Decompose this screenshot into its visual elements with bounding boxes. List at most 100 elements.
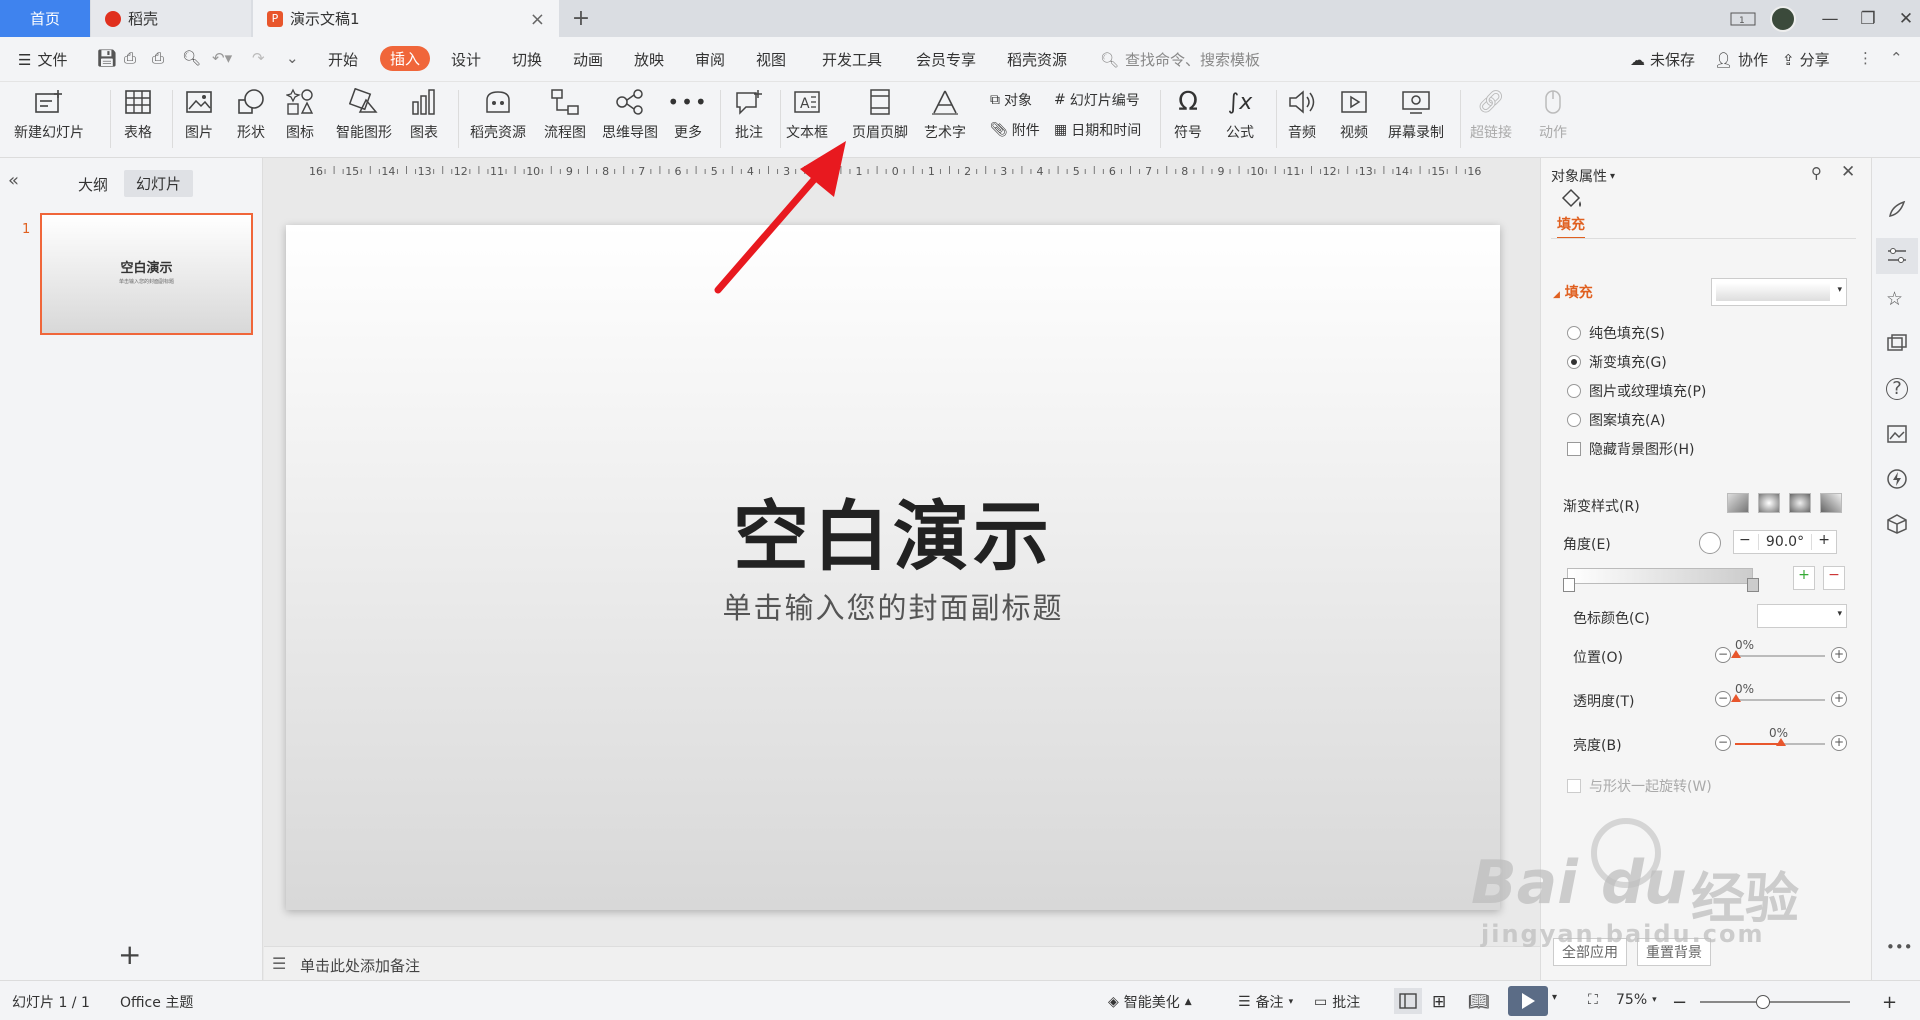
slide-number-button[interactable]: # 幻灯片编号 [1054,90,1140,110]
image-tool-icon[interactable] [1886,423,1908,445]
object-button[interactable]: ⧉ 对象 [990,90,1032,110]
gradient-style-rect[interactable] [1789,493,1811,513]
angle-dial[interactable] [1699,532,1721,554]
transparency-increase[interactable]: + [1831,691,1847,707]
print-icon[interactable]: ⎙ [152,49,164,67]
daoke-resources-button[interactable]: 稻壳资源 [470,86,526,142]
flowchart-button[interactable]: 流程图 [544,86,586,142]
notes-bar[interactable]: ☰ 单击此处添加备注 [264,946,1540,980]
symbol-button[interactable]: Ω 符号 [1172,86,1204,142]
radio-picture[interactable] [1567,384,1581,398]
cube-icon[interactable] [1886,513,1908,535]
new-slide-button[interactable]: 新建幻灯片 [14,86,84,142]
angle-value[interactable]: 90.0° [1758,534,1812,550]
brightness-decrease[interactable]: − [1715,735,1731,751]
mindmap-button[interactable]: 思维导图 [602,86,658,142]
star-icon[interactable]: ☆ [1886,288,1908,310]
pin-icon[interactable]: ⚲ [1811,164,1822,182]
attachment-button[interactable]: 📎︎ 附件 [990,120,1040,140]
add-slide-button[interactable]: + [118,938,141,971]
unsaved-button[interactable]: ☁ 未保存 [1630,49,1695,70]
option-gradient-fill[interactable]: 渐变填充(G) [1567,352,1667,372]
share-button[interactable]: ⇪ 分享 [1782,49,1830,70]
shape-button[interactable]: 形状 [235,86,267,142]
more-button[interactable]: ••• 更多 [667,86,706,142]
slide-title[interactable]: 空白演示 [286,475,1500,585]
formula-button[interactable]: ∫x 公式 [1224,86,1256,142]
quick-access-dropdown-icon[interactable]: ⌄ [286,49,299,67]
option-rotate-with-shape[interactable]: 与形状一起旋转(W) [1567,776,1712,796]
table-button[interactable]: 表格 [122,86,154,142]
position-increase[interactable]: + [1831,647,1847,663]
zoom-slider-thumb[interactable] [1756,995,1770,1009]
add-stop-icon[interactable]: + [1793,566,1815,590]
angle-decrease[interactable]: − [1739,532,1751,548]
command-search[interactable]: 🔍︎ 查找命令、搜索模板 [1100,49,1260,70]
wordart-button[interactable]: 艺术字 [924,86,966,142]
checkbox-hide-bg[interactable] [1567,442,1581,456]
zoom-slider[interactable] [1700,995,1850,1009]
menu-daoke-resources[interactable]: 稻壳资源 [1007,49,1067,70]
icon-button[interactable]: 图标 [284,86,316,142]
radio-pattern[interactable] [1567,413,1581,427]
gradient-style-linear[interactable] [1727,493,1749,513]
gradient-style-radial[interactable] [1758,493,1780,513]
fill-preview-dropdown[interactable]: ▾ [1711,278,1847,306]
collapse-ribbon-icon[interactable]: ⌃ [1890,49,1903,67]
tab-document[interactable]: P 演示文稿1 × [253,0,559,37]
slide-thumbnail[interactable]: 空白演示 单击输入您的封面副标题 [40,213,253,335]
option-solid-fill[interactable]: 纯色填充(S) [1567,323,1665,343]
window-layout-icon[interactable]: 1 [1723,0,1763,37]
action-button[interactable]: 动作 [1537,86,1569,142]
transparency-slider[interactable] [1731,694,1825,702]
slide[interactable]: 空白演示 单击输入您的封面副标题 [286,225,1500,910]
position-decrease[interactable]: − [1715,647,1731,663]
slide-subtitle[interactable]: 单击输入您的封面副标题 [286,585,1500,627]
tab-home[interactable]: 首页 [0,0,90,37]
stop-color-dropdown[interactable]: ▾ [1757,604,1847,628]
zoom-level[interactable]: 75% ▾ [1616,992,1657,1008]
audio-button[interactable]: 音频 [1286,86,1318,142]
notes-button[interactable]: ☰ 备注 ▾ [1238,992,1293,1012]
hyperlink-button[interactable]: 🔗︎ 超链接 [1470,86,1512,142]
menu-design[interactable]: 设计 [451,49,481,70]
new-tab-button[interactable]: + [559,0,603,37]
properties-icon[interactable] [1876,238,1918,274]
menu-transition[interactable]: 切换 [512,49,542,70]
undo-icon[interactable]: ↶▾ [212,49,232,67]
brightness-increase[interactable]: + [1831,735,1847,751]
fit-window-icon[interactable]: ⛶ [1588,992,1598,1008]
rocket-icon[interactable] [1886,198,1908,220]
option-picture-fill[interactable]: 图片或纹理填充(P) [1567,381,1706,401]
radio-solid[interactable] [1567,326,1581,340]
zoom-out-icon[interactable]: − [1672,992,1687,1013]
file-menu[interactable]: ☰ 文件 [18,49,67,70]
theme-name[interactable]: Office 主题 [120,992,193,1012]
collaborate-button[interactable]: 👤︎ 协作 [1714,49,1768,70]
beautify-button[interactable]: ◈ 智能美化 ▲ [1108,992,1192,1012]
normal-view-icon[interactable] [1394,988,1422,1014]
menu-view[interactable]: 视图 [756,49,786,70]
checkbox-rotate-with-shape[interactable] [1567,779,1581,793]
datetime-button[interactable]: ▦ 日期和时间 [1054,120,1141,140]
menu-member[interactable]: 会员专享 [916,49,976,70]
angle-stepper[interactable]: − 90.0° + [1733,530,1837,554]
tab-fill[interactable]: 填充 [1557,214,1585,239]
horizontal-ruler[interactable]: 1615141312111098765432101234567891011121… [286,162,1498,180]
sorter-view-icon[interactable]: ⊞ [1432,992,1446,1012]
close-window-icon[interactable]: ✕ [1886,0,1920,37]
radio-gradient[interactable] [1567,355,1581,369]
picture-button[interactable]: 图片 [183,86,215,142]
lightning-icon[interactable] [1886,468,1908,490]
play-button[interactable] [1508,986,1548,1016]
menu-animation[interactable]: 动画 [573,49,603,70]
chart-button[interactable]: 图表 [408,86,440,142]
textbox-button[interactable]: A 文本框 [786,86,828,142]
menu-slideshow[interactable]: 放映 [634,49,664,70]
brightness-slider[interactable] [1735,738,1825,746]
header-footer-button[interactable]: 页眉页脚 [852,86,908,142]
fill-section-header[interactable]: ◢ 填充 [1553,282,1593,302]
notes-placeholder[interactable]: 单击此处添加备注 [300,955,420,976]
reading-view-icon[interactable]: 📖︎ [1468,992,1490,1012]
menu-review[interactable]: 审阅 [695,49,725,70]
